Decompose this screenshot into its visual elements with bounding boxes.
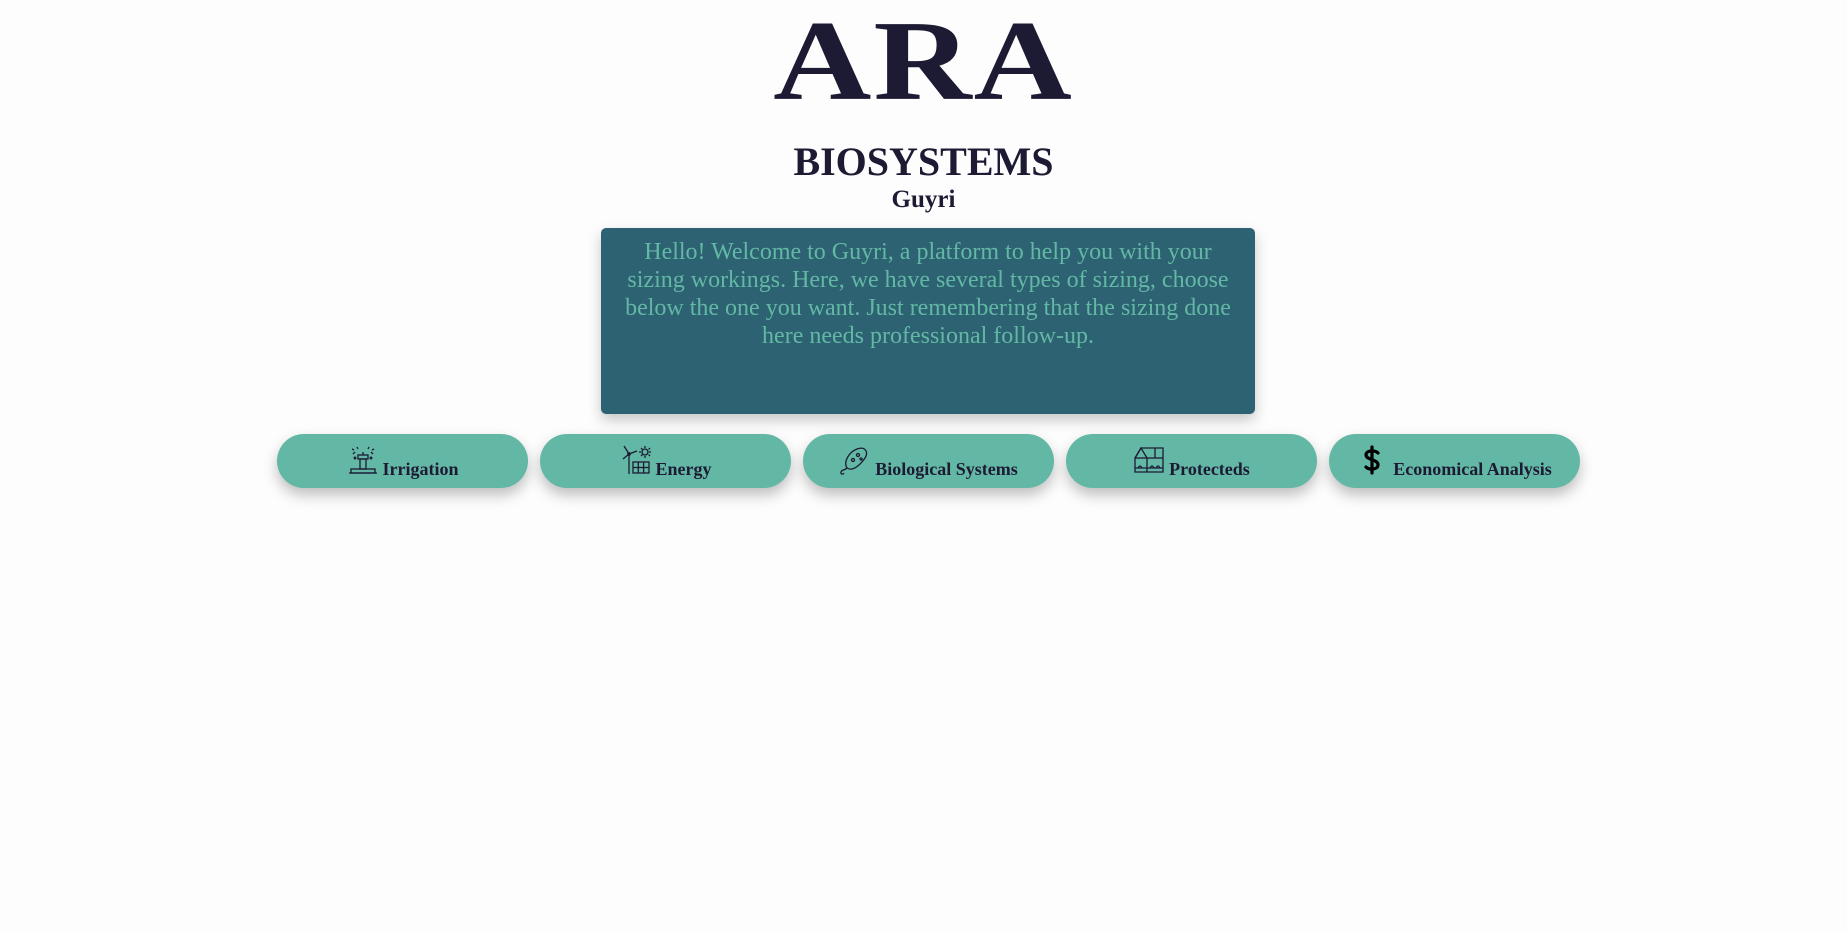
wind-solar-icon — [620, 444, 652, 476]
dollar-icon — [1357, 444, 1389, 476]
brand-subtitle: BIOSYSTEMS — [793, 139, 1054, 184]
irrigation-button[interactable]: Irrigation — [277, 434, 528, 488]
protecteds-label: Protecteds — [1169, 459, 1250, 479]
sprinkler-icon — [347, 444, 379, 476]
economical-analysis-button[interactable]: Economical Analysis — [1329, 434, 1580, 488]
page: ARA BIOSYSTEMS Guyri Hello! Welcome to G… — [0, 0, 1847, 931]
greenhouse-icon — [1133, 444, 1165, 476]
energy-button[interactable]: Energy — [540, 434, 791, 488]
protecteds-button[interactable]: Protecteds — [1066, 434, 1317, 488]
welcome-message: Hello! Welcome to Guyri, a platform to h… — [625, 239, 1231, 349]
irrigation-label: Irrigation — [382, 459, 459, 479]
economical-analysis-label: Economical Analysis — [1393, 459, 1552, 479]
category-nav: Irrigation Energy Biological Systems Pro… — [277, 434, 1580, 488]
biological-systems-button[interactable]: Biological Systems — [803, 434, 1054, 488]
energy-label: Energy — [655, 459, 712, 479]
app-name: Guyri — [891, 186, 956, 213]
logo-text: ARA — [773, 0, 1074, 125]
welcome-box: Hello! Welcome to Guyri, a platform to h… — [601, 228, 1255, 414]
bacteria-icon — [839, 444, 871, 476]
biological-systems-label: Biological Systems — [875, 459, 1018, 479]
